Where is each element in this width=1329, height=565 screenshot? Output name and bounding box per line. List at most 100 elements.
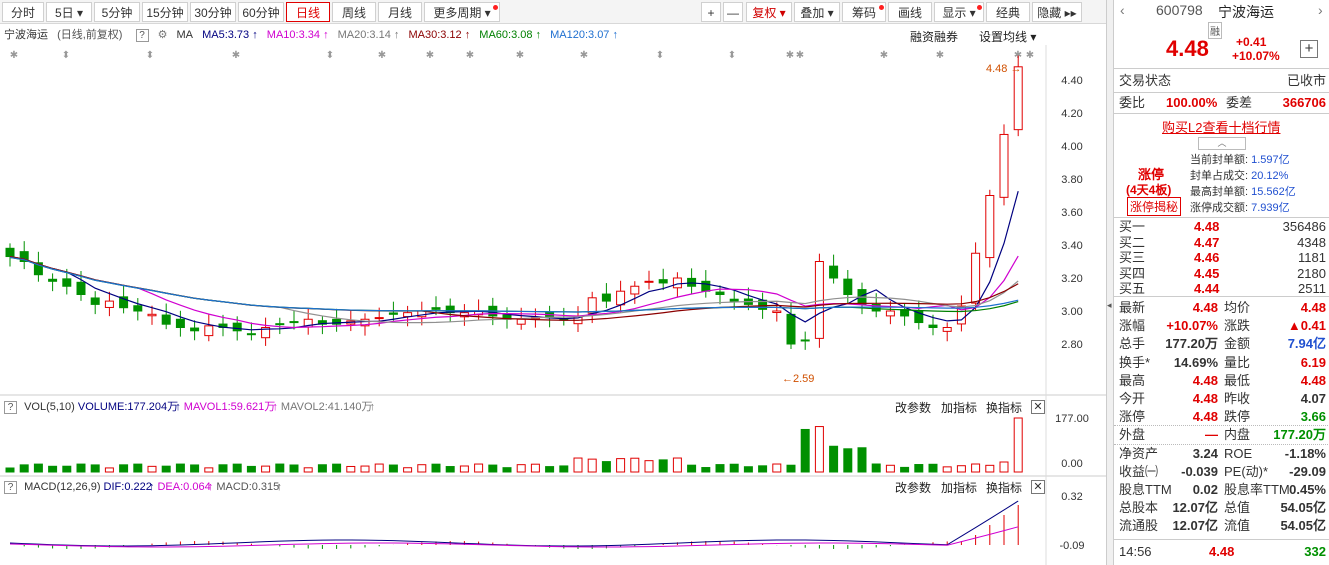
chips-button[interactable]: 筹码 — [842, 2, 886, 22]
stat-row: 换手* 14.69% 量比 6.19 — [1114, 354, 1329, 372]
vol-close-icon[interactable]: ✕ — [1031, 400, 1045, 414]
overlay-dropdown[interactable]: 叠加 ▾ — [794, 2, 840, 22]
ma20-line — [9, 255, 1019, 324]
volume-bar — [459, 465, 469, 473]
period-tab-30min[interactable]: 30分钟 — [190, 2, 236, 22]
candle-body — [829, 265, 839, 279]
vol-title: VOL(5,10) — [24, 401, 75, 413]
candle-body — [76, 281, 86, 295]
more-periods-dropdown[interactable]: 更多周期 ▾ — [424, 2, 500, 22]
volume-bar — [885, 464, 895, 473]
stat-label: 总值 — [1224, 500, 1251, 516]
panel-divider[interactable]: ◂ — [1106, 0, 1113, 565]
volume-bar — [800, 428, 810, 473]
settings-gear-icon[interactable]: ⚙ — [158, 29, 168, 41]
stat-label: 股息TTM — [1119, 482, 1172, 497]
macd-modify-params-button[interactable]: 改参数 — [895, 479, 931, 496]
stat-value: 4.48 — [1192, 300, 1218, 315]
hide-label: 隐藏 — [1037, 6, 1062, 20]
candle-body — [5, 247, 15, 258]
period-tab-15min[interactable]: 15分钟 — [142, 2, 188, 22]
more-periods-label: 更多周期 — [433, 6, 482, 20]
trade-status-value: 已收市 — [1286, 73, 1326, 88]
period-tab-60min[interactable]: 60分钟 — [238, 2, 284, 22]
volume-bar — [360, 465, 370, 473]
classic-button[interactable]: 经典 — [986, 2, 1030, 22]
price-change-pct: +10.07% — [1232, 49, 1280, 63]
stat-value: 54.05亿 — [1280, 518, 1326, 534]
stat-label: 净资产 — [1119, 445, 1159, 461]
volume-bar — [388, 464, 398, 473]
help-icon[interactable]: ? — [4, 480, 17, 494]
seal-value: 15.562亿 — [1251, 186, 1296, 198]
prev-stock-icon[interactable]: ‹ — [1120, 2, 1125, 18]
hide-button[interactable]: 隐藏 ▸▸ — [1032, 2, 1082, 22]
zoom-in-button[interactable]: + — [701, 2, 721, 22]
vol-modify-params-button[interactable]: 改参数 — [895, 399, 931, 416]
seal-label: 最高封单额: — [1190, 186, 1249, 198]
ma-settings-dropdown[interactable]: 设置均线 ▾ — [979, 28, 1036, 45]
dea-value: DEA:0.064 — [157, 481, 211, 493]
stat-value: 4.07 — [1300, 391, 1326, 406]
bid-label: 买三 — [1119, 250, 1146, 265]
display-dropdown[interactable]: 显示 ▾ — [934, 2, 984, 22]
vol-switch-indicator-button[interactable]: 换指标 — [986, 399, 1022, 416]
marker-star-icon: ✱ — [936, 50, 944, 61]
candle-body — [289, 321, 299, 324]
bid-price: 4.46 — [1194, 250, 1220, 265]
period-tab-5min[interactable]: 5分钟 — [94, 2, 140, 22]
seal-value: 20.12% — [1251, 170, 1289, 182]
candle-body — [601, 293, 611, 302]
macd-switch-indicator-button[interactable]: 换指标 — [986, 479, 1022, 496]
marker-star-icon: ✱ — [880, 50, 888, 61]
collapse-up-icon[interactable]: ︿ — [1198, 137, 1246, 150]
weibi-label: 委比 — [1119, 95, 1146, 110]
stat-row: 总股本 12.07亿 总值 54.05亿 — [1114, 499, 1329, 517]
volume-bar — [445, 466, 455, 473]
macd-close-icon[interactable]: ✕ — [1031, 480, 1045, 494]
macd-add-indicator-button[interactable]: 加指标 — [941, 479, 977, 496]
next-stock-icon[interactable]: › — [1318, 2, 1323, 18]
stat-label: 涨停 — [1119, 409, 1146, 425]
period-tab-daily[interactable]: 日线 — [286, 2, 330, 22]
stat-label: 外盘 — [1119, 427, 1146, 443]
seal-label: 当前封单额: — [1190, 154, 1249, 166]
zoom-out-button[interactable]: — — [723, 2, 743, 22]
volume-bar — [971, 463, 981, 473]
dif-value: DIF:0.222 — [103, 481, 152, 493]
volume-bar — [417, 464, 427, 473]
stat-label: 股息率TTM — [1224, 482, 1290, 497]
stat-value: 4.48 — [1192, 372, 1218, 388]
candle-body — [672, 277, 682, 289]
stat-value: 7.94亿 — [1287, 336, 1326, 352]
help-icon[interactable]: ? — [135, 28, 149, 42]
dif-line — [9, 500, 1019, 547]
buy-l2-link[interactable]: 购买L2查看十档行情 — [1162, 117, 1280, 136]
period-tab-monthly[interactable]: 月线 — [378, 2, 422, 22]
price-tick-label: 4.20 — [1061, 108, 1082, 120]
draw-line-button[interactable]: 画线 — [888, 2, 932, 22]
vol-add-indicator-button[interactable]: 加指标 — [941, 399, 977, 416]
candle-body — [175, 318, 185, 329]
stat-row: 最高 4.48 最低 4.48 — [1114, 372, 1329, 390]
period-tab-weekly[interactable]: 周线 — [332, 2, 376, 22]
add-watchlist-icon[interactable]: + — [1300, 40, 1318, 58]
price-tick-label: 4.00 — [1061, 141, 1082, 153]
volume-bar — [289, 464, 299, 473]
adjust-price-dropdown[interactable]: 复权 ▾ — [746, 2, 792, 22]
limit-reveal-button[interactable]: 涨停揭秘 — [1127, 197, 1182, 216]
marker-star-icon: ⬍ — [62, 50, 70, 61]
help-icon[interactable]: ? — [4, 400, 17, 414]
candle-body — [190, 327, 200, 332]
candle-body — [431, 307, 441, 310]
divider — [1114, 92, 1329, 93]
collapse-arrow-icon[interactable]: ◂ — [1107, 300, 1112, 311]
last-price-marker: 4.48 → — [986, 63, 1021, 75]
candle-body — [147, 313, 157, 317]
period-tab-5day[interactable]: 5日 ▾ — [46, 2, 92, 22]
period-tab-intraday[interactable]: 分时 — [2, 2, 44, 22]
bid-row: 买四 4.45 2180 — [1114, 266, 1329, 281]
macd-title: MACD(12,26,9) — [24, 481, 101, 493]
margin-trading-link[interactable]: 融资融券 — [910, 28, 958, 45]
volume-bar — [871, 463, 881, 473]
